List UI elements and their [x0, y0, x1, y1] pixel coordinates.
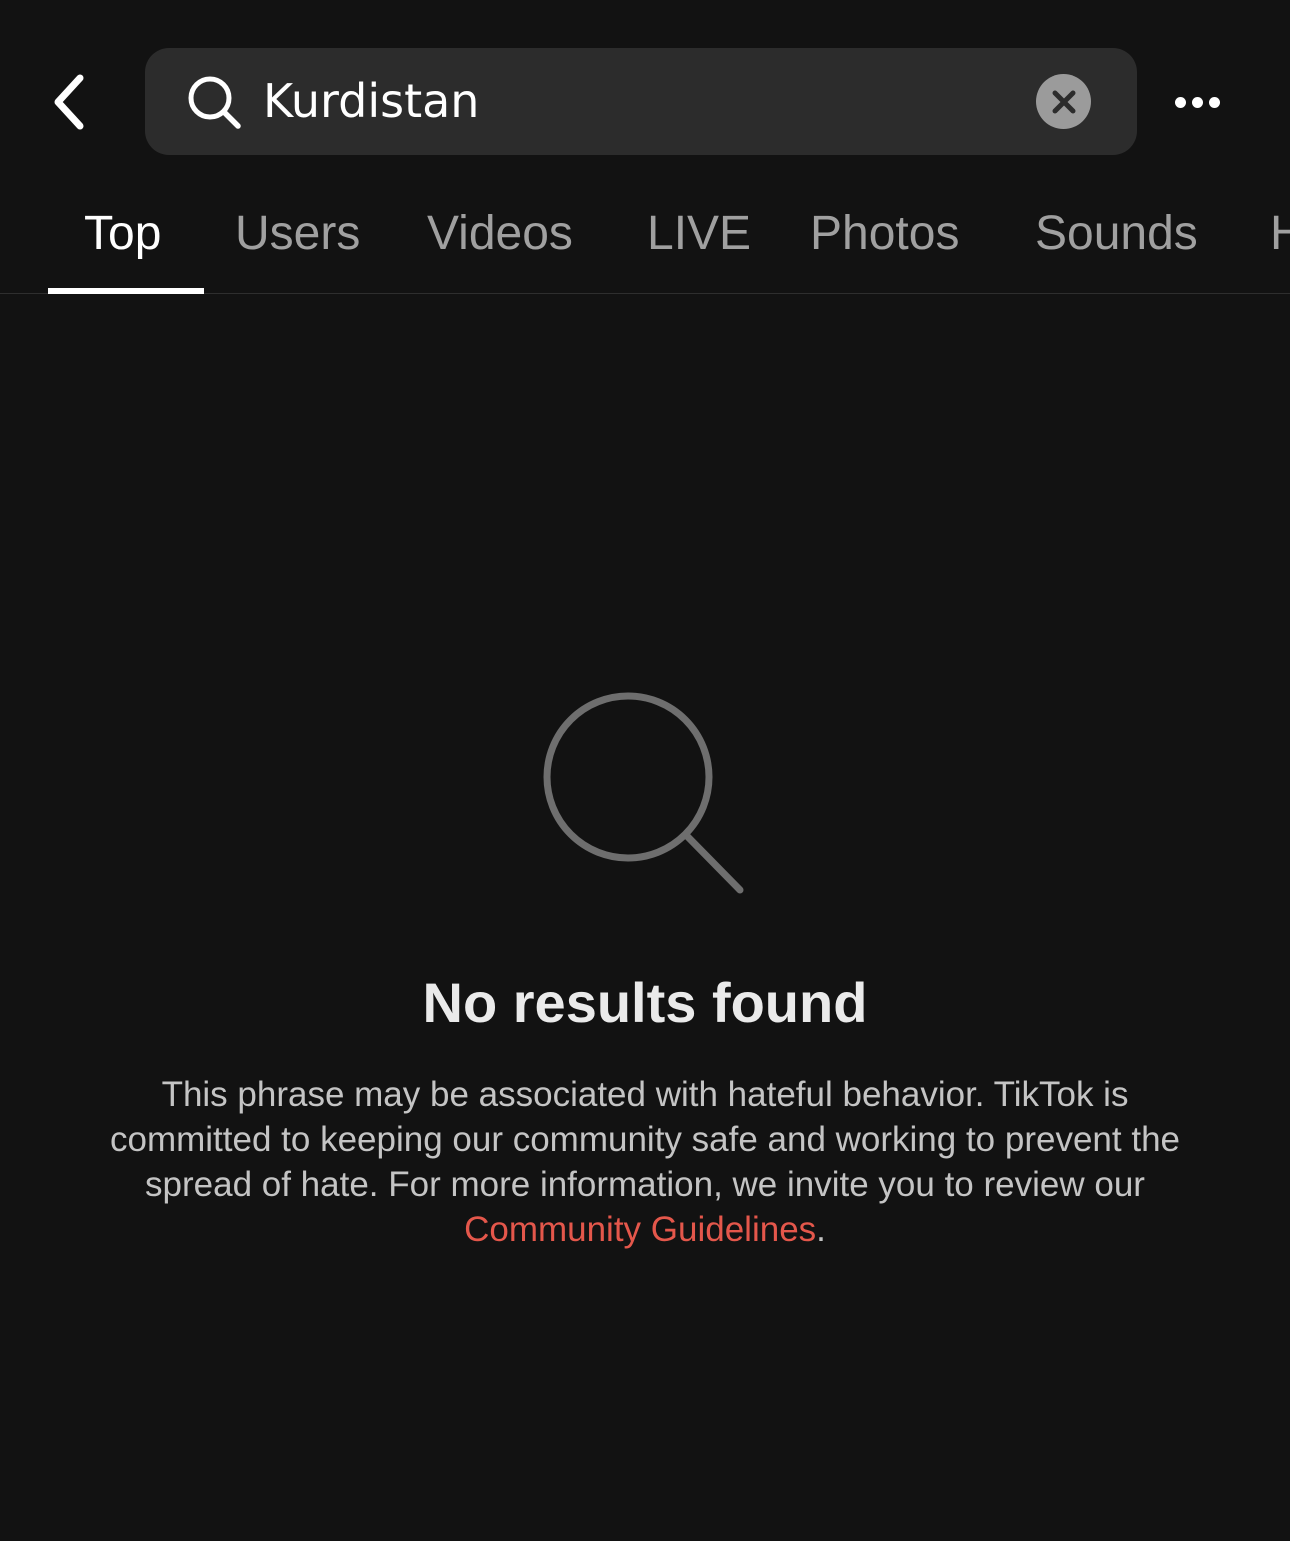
tab-top[interactable]: Top: [84, 180, 161, 293]
clear-search-button[interactable]: [1036, 74, 1091, 129]
tab-hashtags[interactable]: H: [1270, 180, 1290, 293]
tab-videos[interactable]: Videos: [427, 180, 573, 293]
clear-icon: [1052, 90, 1075, 113]
tab-photos[interactable]: Photos: [810, 180, 959, 293]
back-button[interactable]: [38, 68, 98, 136]
more-options-button[interactable]: [1172, 80, 1240, 124]
empty-state-message-trailing: .: [816, 1210, 826, 1249]
tab-users[interactable]: Users: [235, 180, 360, 293]
more-horizontal-icon: [1172, 96, 1223, 108]
tab-sounds[interactable]: Sounds: [1035, 180, 1198, 293]
chevron-left-icon: [54, 74, 84, 130]
search-tabs: Top Users Videos LIVE Photos Sounds H: [0, 180, 1290, 294]
search-bar[interactable]: [145, 48, 1137, 155]
search-icon: [188, 76, 241, 129]
community-guidelines-link[interactable]: Community Guidelines: [464, 1210, 816, 1249]
tab-live[interactable]: LIVE: [647, 180, 751, 293]
search-input[interactable]: [263, 48, 1023, 155]
search-empty-icon: [543, 692, 744, 894]
empty-state-message: This phrase may be associated with hatef…: [95, 1072, 1195, 1252]
empty-state-message-text: This phrase may be associated with hatef…: [110, 1075, 1180, 1204]
empty-state-title: No results found: [422, 971, 868, 1034]
active-tab-indicator: [48, 288, 204, 294]
search-header: [0, 0, 1290, 180]
